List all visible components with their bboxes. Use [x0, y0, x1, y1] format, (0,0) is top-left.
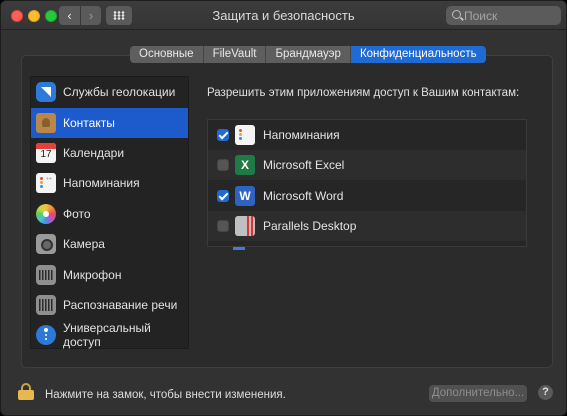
sidebar-item-label: Фото: [63, 207, 91, 221]
sidebar-item-contacts[interactable]: Контакты: [31, 108, 188, 138]
search-input[interactable]: [464, 7, 556, 24]
list-item: Microsoft Excel: [208, 150, 526, 180]
sidebar-item-label: Микрофон: [63, 268, 122, 282]
section-title: Разрешить этим приложениям доступ к Ваши…: [207, 87, 520, 99]
sidebar-item-label: Распознавание речи: [63, 298, 178, 312]
app-checkbox[interactable]: [217, 159, 229, 171]
privacy-sidebar: Службы геолокации Контакты Календари Нап…: [30, 76, 189, 349]
list-item: Microsoft Word: [208, 181, 526, 211]
sidebar-item-reminders[interactable]: Напоминания: [31, 168, 188, 198]
app-checkbox[interactable]: [217, 129, 229, 141]
contacts-icon: [36, 113, 56, 133]
sidebar-item-speech-recognition[interactable]: Распознавание речи: [31, 290, 188, 320]
tab-privacy[interactable]: Конфиденциальность: [350, 46, 486, 63]
excel-icon: [235, 155, 255, 175]
word-icon: [235, 186, 255, 206]
parallels-icon: [235, 216, 255, 236]
sidebar-item-location[interactable]: Службы геолокации: [31, 77, 188, 107]
list-item: Напоминания: [208, 120, 526, 150]
camera-icon: [36, 234, 56, 254]
photos-icon: [36, 204, 56, 224]
app-checkbox[interactable]: [217, 190, 229, 202]
tab-general[interactable]: Основные: [130, 46, 204, 63]
app-name: Parallels Desktop: [263, 219, 357, 233]
advanced-button[interactable]: Дополнительно...: [429, 385, 527, 402]
sidebar-item-calendars[interactable]: Календари: [31, 138, 188, 168]
sidebar-item-accessibility[interactable]: Универсальный доступ: [31, 320, 188, 350]
app-name: Microsoft Word: [263, 189, 344, 203]
reminders-icon: [36, 173, 56, 193]
partially-hidden-app-icon: [233, 247, 245, 250]
sidebar-item-label: Камера: [63, 237, 105, 251]
sidebar-item-photos[interactable]: Фото: [31, 199, 188, 229]
speech-recognition-icon: [36, 295, 56, 315]
sidebar-item-microphone[interactable]: Микрофон: [31, 260, 188, 290]
app-access-list: Напоминания Microsoft Excel Microsoft Wo…: [207, 119, 527, 247]
search-icon: [452, 10, 461, 19]
location-icon: [36, 82, 56, 102]
sidebar-item-label: Контакты: [63, 116, 115, 130]
lock-body: [18, 390, 34, 400]
reminders-app-icon: [235, 125, 255, 145]
tab-bar: Основные FileVault Брандмауэр Конфиденци…: [130, 46, 486, 63]
sidebar-item-label: Универсальный доступ: [63, 321, 151, 349]
app-name: Microsoft Excel: [263, 158, 345, 172]
app-checkbox[interactable]: [217, 220, 229, 232]
calendar-icon: [36, 143, 56, 163]
sidebar-item-label: Службы геолокации: [63, 85, 176, 99]
help-button[interactable]: ?: [538, 385, 553, 400]
tab-firewall[interactable]: Брандмауэр: [266, 46, 351, 63]
titlebar: ‹ › Защита и безопасность: [1, 1, 566, 30]
sidebar-item-camera[interactable]: Камера: [31, 229, 188, 259]
lock-icon[interactable]: [18, 383, 34, 400]
sidebar-item-label: Календари: [63, 146, 125, 160]
tab-filevault[interactable]: FileVault: [203, 46, 267, 63]
accessibility-icon: [36, 325, 56, 345]
app-name: Напоминания: [263, 128, 340, 142]
lock-hint-text: Нажмите на замок, чтобы внести изменения…: [45, 389, 286, 401]
microphone-icon: [36, 265, 56, 285]
search-field[interactable]: [446, 6, 561, 25]
list-item: Parallels Desktop: [208, 211, 526, 241]
preferences-window: ‹ › Защита и безопасность Основные FileV…: [0, 0, 567, 416]
sidebar-item-label: Напоминания: [63, 176, 140, 190]
